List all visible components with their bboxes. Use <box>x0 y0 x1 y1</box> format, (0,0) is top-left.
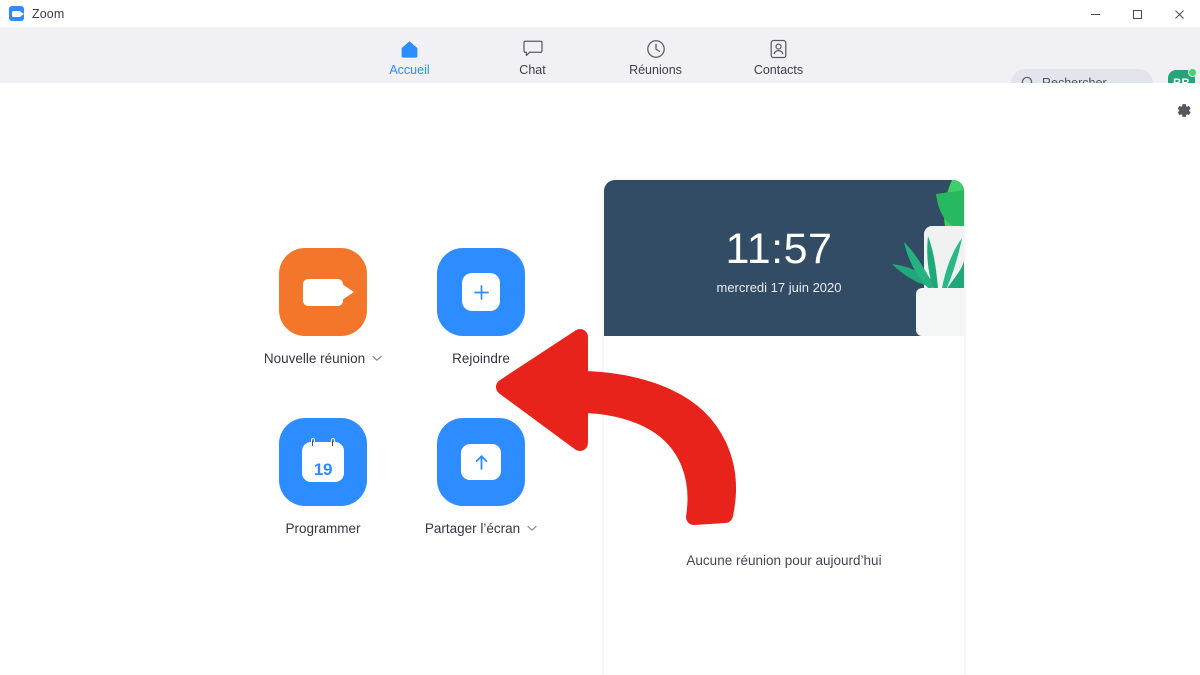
share-screen-button[interactable]: Partager l’écran <box>402 418 560 588</box>
status-online-dot-icon <box>1188 68 1197 77</box>
calendar-icon: 19 <box>302 438 344 482</box>
close-icon[interactable] <box>1158 0 1200 28</box>
action-buttons-grid: Nouvelle réunion Rejoindre 19 Programmer… <box>244 248 560 588</box>
main-content: Nouvelle réunion Rejoindre 19 Programmer… <box>0 83 1200 675</box>
new-meeting-label: Nouvelle réunion <box>263 351 366 366</box>
join-button[interactable]: Rejoindre <box>402 248 560 418</box>
minimize-icon[interactable] <box>1074 0 1116 28</box>
join-tile[interactable] <box>437 248 525 336</box>
clock-readout: 11:57 mercredi 17 juin 2020 <box>604 225 964 296</box>
zoom-camera-logo-icon <box>9 6 24 21</box>
join-label: Rejoindre <box>452 351 510 366</box>
share-screen-tile[interactable] <box>437 418 525 506</box>
new-meeting-button[interactable]: Nouvelle réunion <box>244 248 402 418</box>
schedule-button[interactable]: 19 Programmer <box>244 418 402 588</box>
chat-bubble-icon <box>522 38 543 60</box>
tab-chat[interactable]: Chat <box>496 35 570 77</box>
meetings-panel: 11:57 mercredi 17 juin 2020 Aucune réuni… <box>604 180 964 675</box>
app-header: Accueil Chat Réunions Contacts <box>0 28 1200 97</box>
chevron-down-icon[interactable] <box>372 355 382 362</box>
new-meeting-tile[interactable] <box>279 248 367 336</box>
contact-card-icon <box>770 38 787 60</box>
clock-time: 11:57 <box>725 225 833 273</box>
clock-date: mercredi 17 juin 2020 <box>716 280 842 295</box>
maximize-icon[interactable] <box>1116 0 1158 28</box>
home-icon <box>399 38 420 60</box>
clock-card: 11:57 mercredi 17 juin 2020 <box>604 180 964 336</box>
clock-icon <box>646 38 666 60</box>
tab-contacts[interactable]: Contacts <box>742 35 816 77</box>
tab-reunions[interactable]: Réunions <box>619 35 693 77</box>
window-title: Zoom <box>32 6 65 21</box>
tab-chat-label: Chat <box>519 62 546 77</box>
video-camera-icon <box>303 278 354 306</box>
no-meetings-message: Aucune réunion pour aujourd’hui <box>686 553 882 568</box>
plus-icon <box>462 273 500 311</box>
schedule-label: Programmer <box>285 521 361 536</box>
chevron-down-icon[interactable] <box>527 525 537 532</box>
tab-accueil-label: Accueil <box>389 62 430 77</box>
calendar-day: 19 <box>313 460 333 479</box>
schedule-tile[interactable]: 19 <box>279 418 367 506</box>
gear-icon[interactable] <box>1170 97 1196 123</box>
main-navigation: Accueil Chat Réunions Contacts <box>373 35 816 77</box>
tab-contacts-label: Contacts <box>753 62 804 77</box>
share-screen-label: Partager l’écran <box>424 521 521 536</box>
share-screen-arrow-icon <box>461 444 501 480</box>
tab-accueil[interactable]: Accueil <box>373 35 447 77</box>
tab-reunions-label: Réunions <box>629 62 682 77</box>
window-title-bar: Zoom <box>0 0 1200 28</box>
window-controls <box>1074 0 1200 28</box>
